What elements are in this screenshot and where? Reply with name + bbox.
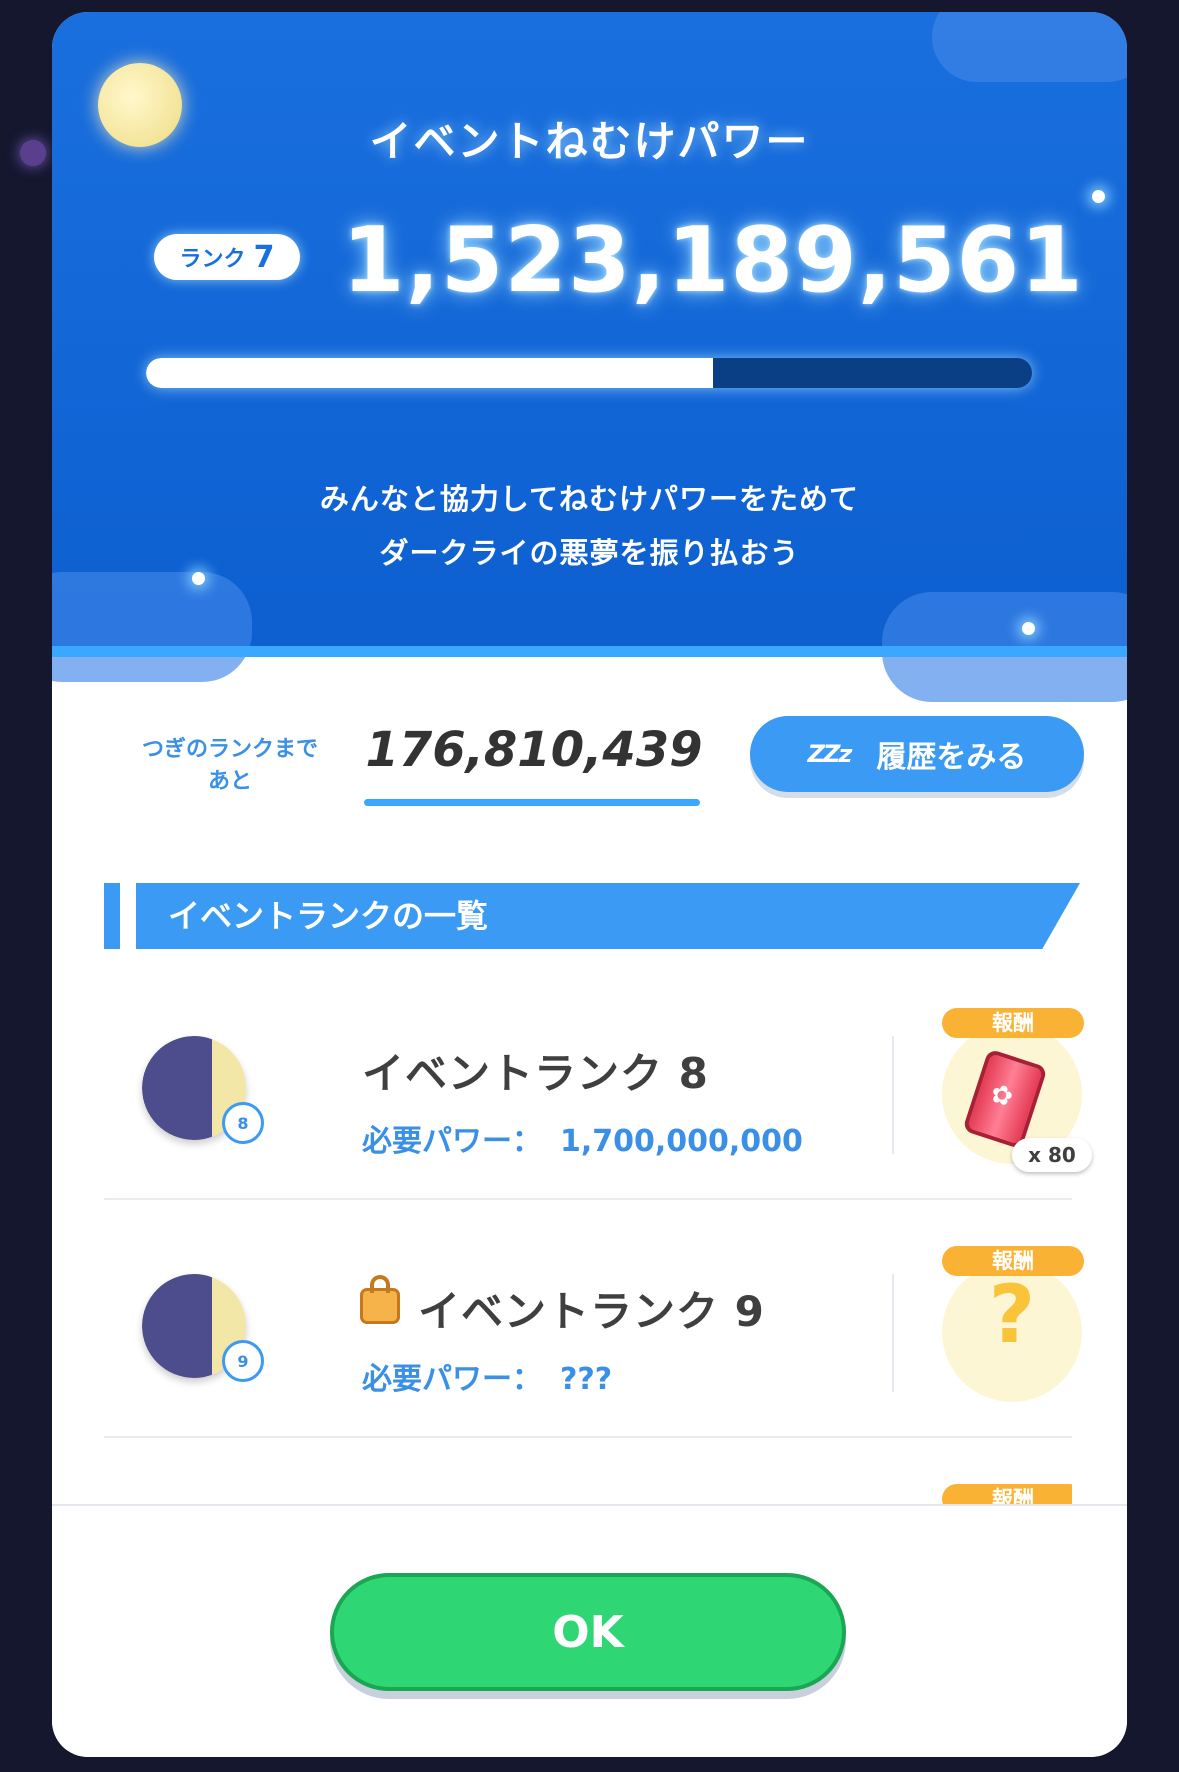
question-icon: ? [988, 1268, 1036, 1361]
required-power-value: ??? [560, 1362, 613, 1397]
event-power-modal: イベントねむけパワー ランク 7 1,523,189,561 みんなと協力してね… [52, 12, 1127, 1757]
description-line: ダークライの悪夢を振り払おう [379, 536, 800, 570]
header-divider [52, 646, 1127, 657]
remaining-underline [364, 799, 700, 806]
required-power-label: 必要パワー： [362, 1124, 542, 1159]
reward-tag: 報酬 [942, 1008, 1084, 1038]
required-power-value: 1,700,000,000 [560, 1124, 803, 1159]
required-power-label: 必要パワー： [362, 1362, 542, 1397]
history-button-label: 履歴をみる [876, 740, 1027, 775]
rank-number-badge: 9 [222, 1340, 264, 1382]
event-description: みんなと協力してねむけパワーをためて ダークライの悪夢を振り払おう [52, 472, 1127, 580]
row-divider-vertical [892, 1036, 894, 1154]
rank-list-item[interactable]: 8 イベントランク 8 必要パワー： 1,700,000,000 報酬 ✿ x 8… [104, 978, 1092, 1216]
rank-label: ランク [179, 247, 246, 272]
rank-name: イベントランク 9 [418, 1287, 765, 1336]
required-power: 必要パワー： 1,700,000,000 [362, 1116, 803, 1160]
cloud-decoration [52, 572, 252, 682]
cloud-decoration [932, 12, 1127, 82]
moon-shadow [142, 1274, 212, 1378]
rank-list-item[interactable]: 9 イベントランク 9 必要パワー：??? 報酬 ? [104, 1216, 1084, 1454]
modal-header: イベントねむけパワー ランク 7 1,523,189,561 みんなと協力してね… [52, 12, 1127, 702]
moon-shadow [142, 1036, 212, 1140]
rank-progress-fill [146, 358, 714, 388]
zzz-icon: ZZz [807, 740, 853, 768]
required-power: 必要パワー：??? [362, 1354, 612, 1398]
row-divider-vertical [892, 1274, 894, 1392]
rank-name: イベントランク 8 [362, 1049, 709, 1098]
rank-number-badge: 8 [222, 1102, 264, 1144]
section-accent [104, 883, 120, 949]
ok-button[interactable]: OK [330, 1573, 846, 1691]
star-sparkle-icon [1022, 622, 1035, 635]
next-rank-label-line: あと [207, 769, 252, 794]
next-rank-remaining: 176,810,439 [365, 722, 703, 778]
rank-list-item[interactable]: 報酬 [104, 1454, 1072, 1504]
section-title: イベントランクの一覧 [136, 883, 1080, 949]
next-rank-label-line: つぎのランクまで [141, 737, 318, 762]
rank-number: 7 [253, 239, 275, 275]
history-button[interactable]: ZZz 履歴をみる [750, 716, 1084, 792]
row-divider [104, 1198, 1072, 1200]
star-sparkle-icon [1092, 190, 1105, 203]
reward-tag: 報酬 [942, 1484, 1072, 1504]
reward-quantity: x 80 [1012, 1138, 1092, 1172]
row-divider [104, 1436, 1072, 1438]
current-rank-badge: ランク 7 [154, 234, 300, 280]
lock-icon [360, 1275, 400, 1324]
next-rank-label: つぎのランクまで あと [130, 734, 330, 798]
event-power-total: 1,523,189,561 [342, 208, 1084, 313]
modal-footer: OK [52, 1504, 1127, 1757]
background-glow [20, 140, 46, 166]
page-title: イベントねむけパワー [369, 117, 810, 166]
description-line: みんなと協力してねむけパワーをためて [319, 482, 860, 516]
rank-progress-bar [146, 358, 1032, 388]
